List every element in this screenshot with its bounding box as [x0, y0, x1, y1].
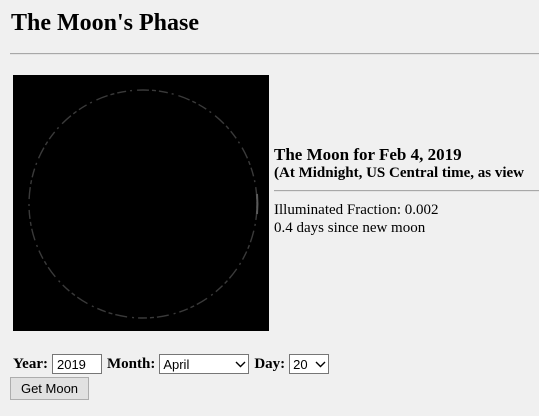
- horizontal-divider: [10, 53, 539, 55]
- chevron-down-icon: [314, 359, 326, 369]
- month-select-value: April: [163, 356, 190, 372]
- year-input[interactable]: [51, 354, 102, 374]
- illuminated-fraction-text: Illuminated Fraction: 0.002: [274, 202, 439, 218]
- day-select-value: 20: [293, 356, 308, 372]
- moon-info-panel: The Moon for Feb 4, 2019 (At Midnight, U…: [274, 145, 539, 237]
- moon-phase-graphic: [13, 75, 269, 331]
- year-label: Year:: [13, 355, 48, 372]
- chevron-down-icon: [234, 359, 246, 369]
- moon-image: [13, 75, 269, 331]
- moon-time-subheading: (At Midnight, US Central time, as view: [274, 165, 524, 181]
- moon-age-text: 0.4 days since new moon: [274, 220, 426, 236]
- moon-date-heading: The Moon for Feb 4, 2019: [274, 145, 462, 164]
- info-divider: [274, 190, 539, 192]
- day-label: Day:: [254, 355, 286, 372]
- month-select[interactable]: April: [159, 354, 250, 374]
- get-moon-button[interactable]: Get Moon: [10, 377, 89, 400]
- day-select[interactable]: 20: [289, 354, 330, 374]
- page-title: The Moon's Phase: [11, 10, 200, 36]
- month-label: Month:: [106, 355, 156, 372]
- date-form: Year: Month: April Day: 20: [13, 353, 334, 375]
